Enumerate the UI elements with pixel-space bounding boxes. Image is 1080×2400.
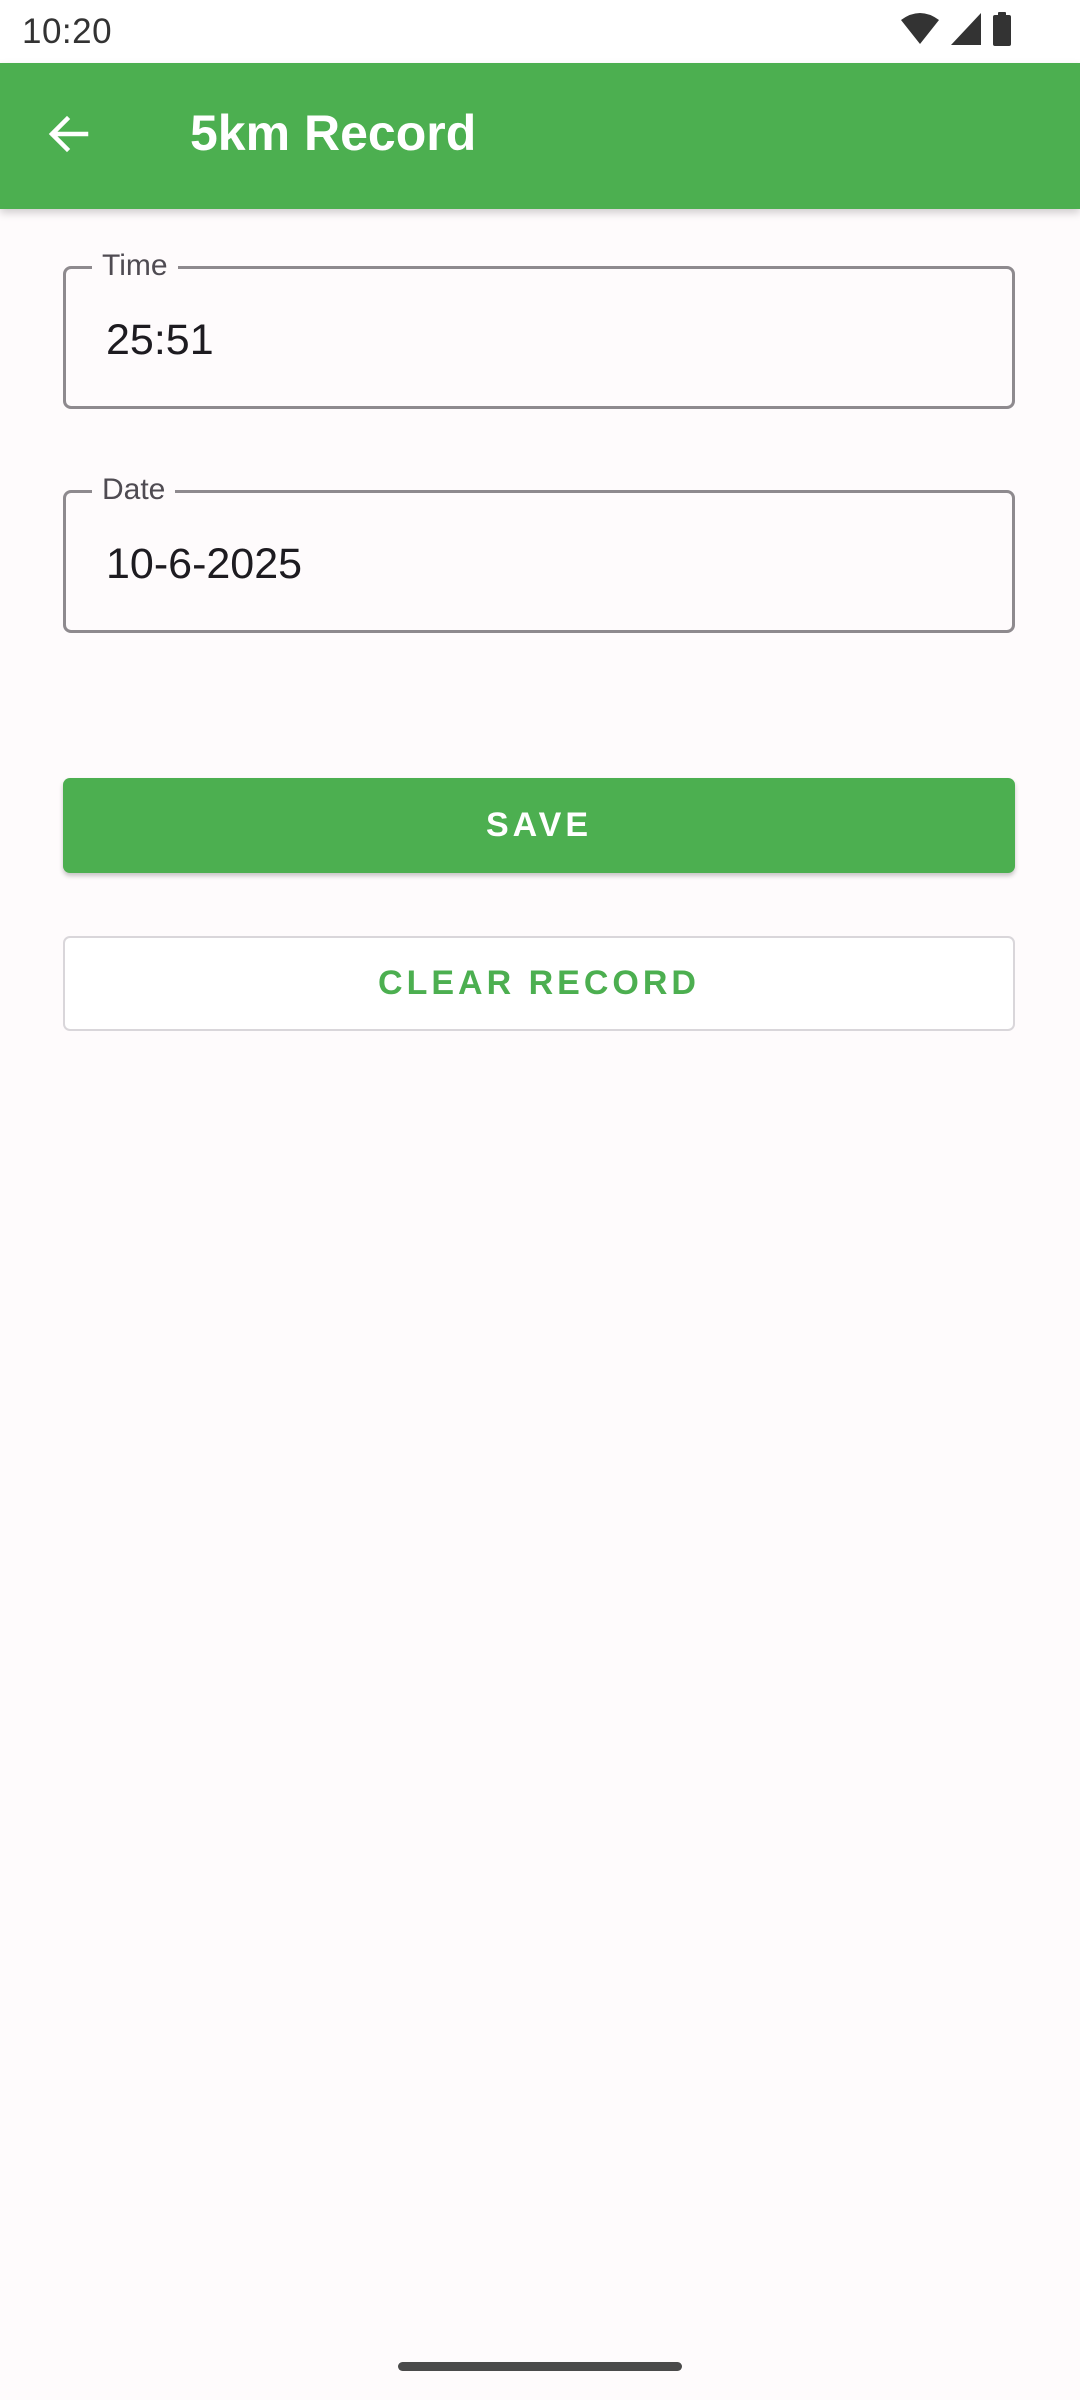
status-icons [900,11,1012,51]
status-bar: 10:20 [0,0,1080,63]
wifi-icon [900,12,940,51]
arrow-back-icon [44,110,92,163]
status-time: 10:20 [22,12,113,51]
signal-icon [950,12,982,51]
battery-icon [992,11,1012,51]
clear-record-button[interactable]: CLEAR RECORD [63,936,1015,1031]
clear-record-button-label: CLEAR RECORD [378,964,700,1002]
time-field-label: Time [92,248,178,284]
time-field[interactable]: Time 25:51 [63,248,1015,409]
app-bar: 5km Record [0,63,1080,209]
back-button[interactable] [30,98,106,174]
save-button-label: SAVE [485,806,593,844]
date-field-label: Date [92,472,176,508]
page-title: 5km Record [190,105,477,161]
date-field[interactable]: Date 10-6-2025 [63,472,1015,633]
time-field-value[interactable]: 25:51 [106,316,214,365]
date-field-value[interactable]: 10-6-2025 [106,540,302,589]
gesture-navigation-bar[interactable] [398,2362,682,2371]
save-button[interactable]: SAVE [63,778,1015,873]
